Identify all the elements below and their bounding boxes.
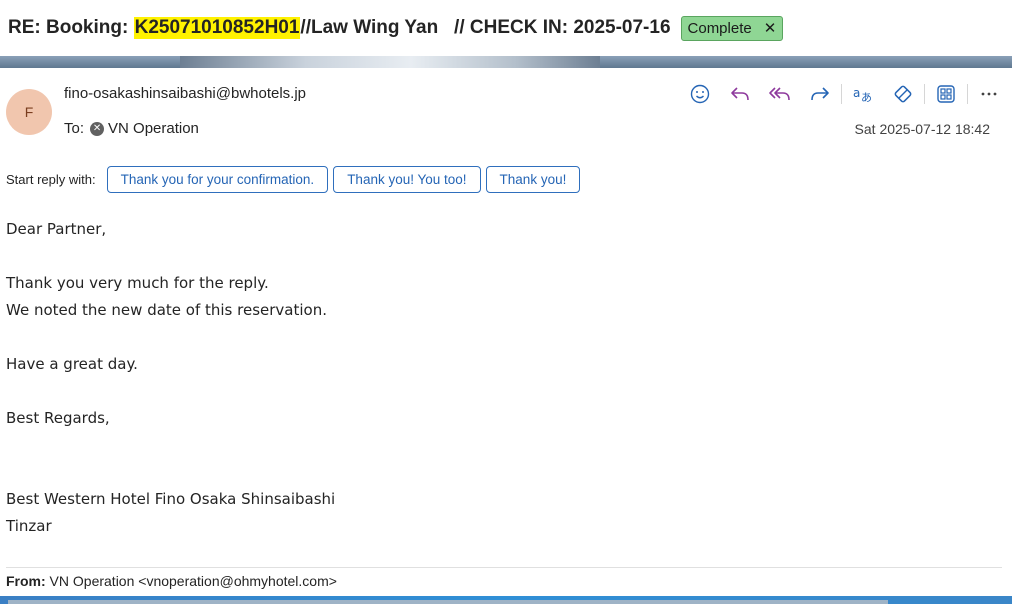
subject-suffix: //Law Wing Yan // CHECK IN: 2025-07-16 (300, 17, 671, 38)
reply-all-icon[interactable] (760, 80, 800, 108)
body-line (6, 459, 335, 486)
bottom-background-strip (0, 596, 1012, 604)
theme-banner (0, 56, 1012, 68)
immersive-reader-icon[interactable] (883, 80, 923, 108)
more-icon[interactable] (969, 80, 1009, 108)
subject-bar: RE: Booking: K25071010852H01//Law Wing Y… (0, 0, 1012, 56)
message-date: Sat 2025-07-12 18:42 (854, 121, 990, 137)
reply-icon[interactable] (720, 80, 760, 108)
toolbar-separator (967, 84, 968, 104)
body-line: Thank you very much for the reply. (6, 274, 269, 292)
horizontal-scrollbar[interactable] (8, 600, 888, 604)
to-label: To: (64, 120, 85, 137)
emoji-icon[interactable] (680, 80, 720, 108)
body-line (6, 243, 335, 270)
toolbar-separator (924, 84, 925, 104)
suggested-replies-label: Start reply with: (6, 172, 96, 187)
category-tag-complete[interactable]: Complete ✕ (680, 15, 784, 41)
booking-id-highlight: K25071010852H01 (133, 17, 301, 39)
banner-mountain (180, 56, 600, 68)
body-line: Dear Partner, (6, 220, 107, 238)
quoted-from-value: VN Operation <vnoperation@ohmyhotel.com> (45, 573, 337, 589)
toolbar-separator (841, 84, 842, 104)
body-line (6, 432, 335, 459)
body-line: Have a great day. (6, 355, 138, 373)
svg-text:あ: あ (861, 91, 872, 104)
suggested-reply-button[interactable]: Thank you! (485, 166, 581, 193)
body-line: Best Western Hotel Fino Osaka Shinsaibas… (6, 490, 336, 508)
quoted-from-label: From: (6, 573, 46, 589)
forward-icon[interactable] (800, 80, 840, 108)
sender-address[interactable]: fino-osakashinsaibashi@bwhotels.jp (64, 85, 306, 102)
message-body: Dear Partner, Thank you very much for th… (6, 216, 335, 540)
recipient-line: To: ✕ VN Operation (64, 120, 199, 137)
recipient-name[interactable]: VN Operation (108, 120, 199, 137)
quote-divider (6, 567, 1002, 568)
body-line (6, 324, 335, 351)
email-subject: RE: Booking: K25071010852H01//Law Wing Y… (8, 15, 784, 41)
suggested-reply-button[interactable]: Thank you! You too! (333, 166, 481, 193)
body-line (6, 378, 335, 405)
quoted-from-line: From: VN Operation <vnoperation@ohmyhote… (6, 573, 337, 589)
translate-icon[interactable]: aあ (843, 80, 883, 108)
apps-icon[interactable] (926, 80, 966, 108)
suggested-reply-button[interactable]: Thank you for your confirmation. (106, 166, 329, 193)
suggested-replies: Start reply with: Thank you for your con… (6, 166, 585, 193)
tag-label: Complete (687, 19, 752, 37)
message-toolbar: aあ (680, 80, 1009, 108)
body-line: Best Regards, (6, 409, 110, 427)
tag-remove-icon[interactable]: ✕ (764, 19, 777, 37)
body-line: Tinzar (6, 517, 52, 535)
body-line: We noted the new date of this reservatio… (6, 301, 327, 319)
subject-prefix: RE: Booking: (8, 17, 134, 38)
recipient-status-icon: ✕ (90, 121, 105, 136)
sender-avatar[interactable]: F (6, 89, 52, 135)
svg-text:a: a (853, 86, 860, 100)
